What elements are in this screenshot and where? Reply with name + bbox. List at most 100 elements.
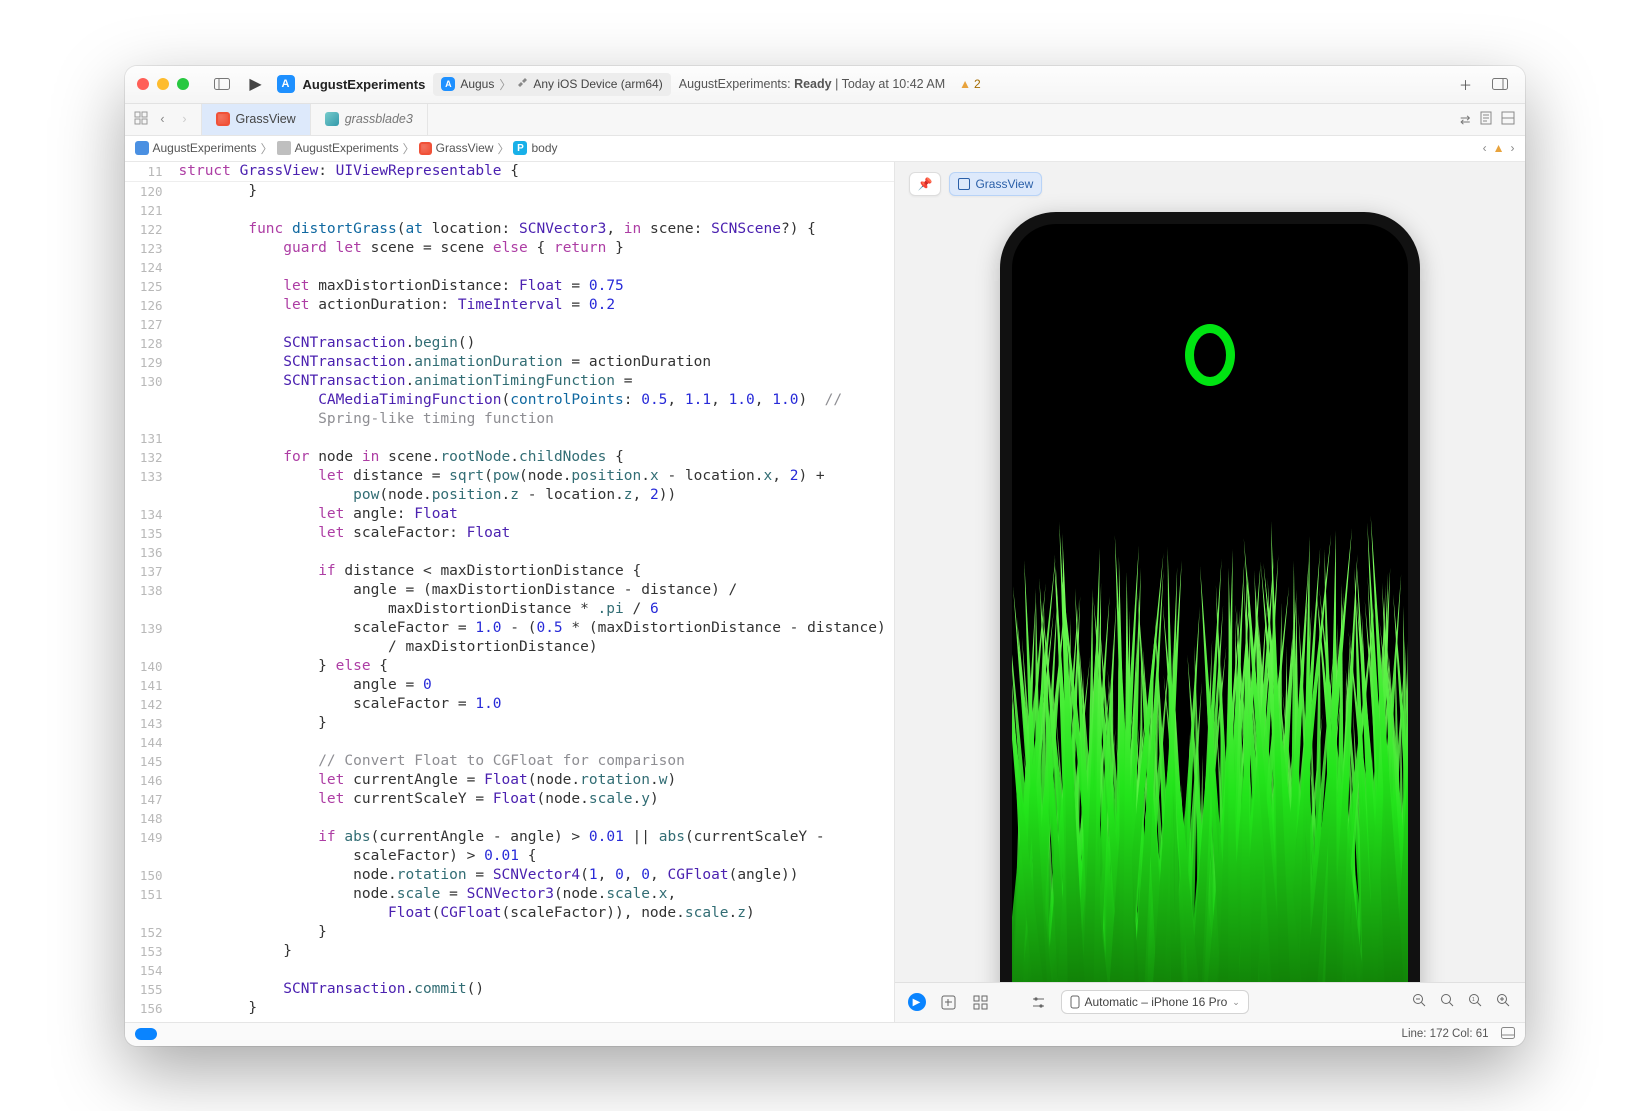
code-line[interactable]: let maxDistortionDistance: Float = 0.75 [173,277,624,296]
zoom-actual-button[interactable]: 1 [1465,993,1487,1011]
outline-toggle-icon[interactable] [1501,1027,1515,1042]
tab-grassblade3[interactable]: grassblade3 [311,104,428,135]
code-line[interactable]: } [173,182,258,201]
code-line[interactable]: if distance < maxDistortionDistance { [173,562,642,581]
code-line[interactable]: angle = 0 [173,676,432,695]
crumb-file[interactable]: GrassView [419,141,494,155]
code-line[interactable]: scaleFactor) > 0.01 { [173,847,537,866]
toggle-inspector-button[interactable] [1487,73,1513,95]
line-number: 155 [125,980,173,999]
code-line[interactable]: node.rotation = SCNVector4(1, 0, 0, CGFl… [173,866,799,885]
line-number [125,600,173,619]
code-line[interactable]: node.scale = SCNVector3(node.scale.x, [173,885,677,904]
cycle-icon[interactable]: ⇄ [1460,112,1470,127]
code-line[interactable]: SCNTransaction.animationTimingFunction = [173,372,633,391]
code-line[interactable]: let currentAngle = Float(node.rotation.w… [173,771,677,790]
crumb-folder[interactable]: AugustExperiments [277,141,399,155]
code-line[interactable]: Float(CGFloat(scaleFactor)), node.scale.… [173,904,755,923]
line-number [125,410,173,429]
selectable-button[interactable] [937,991,961,1013]
add-button[interactable]: ＋ [1453,73,1479,95]
device-selector[interactable]: Automatic – iPhone 16 Pro ⌄ [1061,990,1249,1014]
warning-triangle-icon: ▲ [959,77,971,91]
zoom-icon[interactable] [177,78,189,90]
code-line[interactable] [173,258,188,277]
code-line[interactable]: let currentScaleY = Float(node.scale.y) [173,790,659,809]
code-line[interactable]: for node in scene.rootNode.childNodes { [173,448,624,467]
forward-button[interactable]: › [175,112,195,126]
code-line[interactable]: pow(node.position.z - location.z, 2)) [173,486,677,505]
warning-triangle-icon[interactable]: ▲ [1493,141,1505,155]
chevron-right-icon: 〉 [499,76,511,93]
breadcrumb: AugustExperiments 〉 AugustExperiments 〉 … [125,136,1525,162]
code-line[interactable]: maxDistortionDistance * .pi / 6 [173,600,659,619]
code-line[interactable]: // Convert Float to CGFloat for comparis… [173,752,685,771]
code-line[interactable]: } [173,714,327,733]
warning-badge[interactable]: ▲ 2 [959,77,981,91]
line-number: 125 [125,277,173,296]
code-line[interactable] [173,733,188,752]
live-preview-button[interactable]: ▶ [905,991,929,1013]
crumb-symbol[interactable]: Pbody [513,141,557,155]
chevron-right-icon: 〉 [497,140,509,157]
line-number: 149 [125,828,173,847]
code-line[interactable]: / maxDistortionDistance) [173,638,598,657]
phone-icon [1070,995,1080,1009]
device-settings-button[interactable] [1027,991,1051,1013]
pin-preview-button[interactable]: 📌 [909,172,942,196]
code-line[interactable] [173,201,188,220]
code-line[interactable]: let distance = sqrt(pow(node.position.x … [173,467,825,486]
code-line[interactable]: SCNTransaction.animationDuration = actio… [173,353,712,372]
main-split: 11struct GrassView: UIViewRepresentable … [125,162,1525,1022]
code-line[interactable]: } [173,923,327,942]
folder-icon [277,141,291,155]
run-button[interactable]: ▶ [243,73,269,95]
code-editor[interactable]: 11struct GrassView: UIViewRepresentable … [125,162,895,1022]
back-button[interactable]: ‹ [153,112,173,126]
code-line[interactable]: } [173,942,293,961]
code-line[interactable]: struct GrassView: UIViewRepresentable { [173,162,520,181]
minimap-icon[interactable] [1479,111,1493,128]
code-line[interactable]: SCNTransaction.commit() [173,980,485,999]
minimize-icon[interactable] [157,78,169,90]
code-line[interactable]: Spring-like timing function [173,410,554,429]
chevron-right-icon[interactable]: › [1511,141,1515,155]
close-icon[interactable] [137,78,149,90]
cursor-position: Line: 172 Col: 61 [1402,1028,1489,1040]
variants-button[interactable] [969,991,993,1013]
code-line[interactable]: let scaleFactor: Float [173,524,511,543]
code-line[interactable]: guard let scene = scene else { return } [173,239,624,258]
code-line[interactable] [173,961,188,980]
code-line[interactable]: } [173,999,258,1018]
code-line[interactable]: angle = (maxDistortionDistance - distanc… [173,581,738,600]
code-line[interactable] [173,543,188,562]
code-line[interactable] [173,315,188,334]
zoom-out-button[interactable] [1409,993,1431,1011]
crumb-project[interactable]: AugustExperiments [135,141,257,155]
device-stage[interactable] [895,162,1525,982]
chevron-left-icon[interactable]: ‹ [1483,141,1487,155]
code-line[interactable] [173,809,188,828]
scheme-selector[interactable]: A Augus 〉 Any iOS Device (arm64) [433,73,670,96]
debug-indicator[interactable] [135,1028,157,1040]
code-line[interactable]: if abs(currentAngle - angle) > 0.01 || a… [173,828,825,847]
code-line[interactable]: } else { [173,657,389,676]
code-line[interactable]: func distortGrass(at location: SCNVector… [173,220,816,239]
code-line[interactable]: scaleFactor = 1.0 - (0.5 * (maxDistortio… [173,619,886,638]
toggle-navigator-button[interactable] [209,73,235,95]
line-number: 124 [125,258,173,277]
zoom-in-button[interactable] [1493,993,1515,1011]
code-line[interactable]: CAMediaTimingFunction(controlPoints: 0.5… [173,391,843,410]
tab-grassview[interactable]: GrassView [202,104,311,135]
code-area[interactable]: 11struct GrassView: UIViewRepresentable … [125,162,894,1022]
crumb-label: GrassView [436,141,494,155]
preview-chip[interactable]: GrassView [949,172,1042,196]
code-line[interactable]: SCNTransaction.begin() [173,334,476,353]
related-items-button[interactable] [131,111,151,128]
code-line[interactable]: let actionDuration: TimeInterval = 0.2 [173,296,616,315]
adjust-editor-icon[interactable] [1501,111,1515,128]
code-line[interactable] [173,429,188,448]
zoom-fit-button[interactable] [1437,993,1459,1011]
code-line[interactable]: let angle: Float [173,505,458,524]
code-line[interactable]: scaleFactor = 1.0 [173,695,502,714]
